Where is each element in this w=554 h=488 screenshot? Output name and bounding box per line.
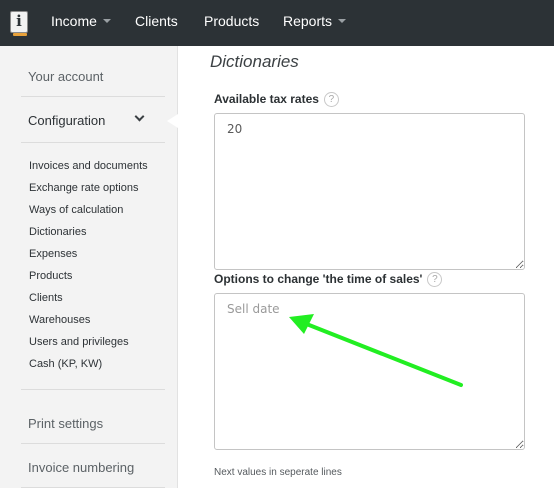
sidebar-item-cash[interactable]: Cash (KP, KW) xyxy=(29,358,102,370)
sidebar-item-invoices-and-documents[interactable]: Invoices and documents xyxy=(29,160,148,172)
time-of-sales-textarea[interactable] xyxy=(214,293,525,450)
nav-clients-label: Clients xyxy=(135,13,178,29)
tax-rates-label-text: Available tax rates xyxy=(214,92,319,106)
sidebar-invoice-numbering[interactable]: Invoice numbering xyxy=(28,460,134,475)
nav-products-label: Products xyxy=(204,13,260,29)
sidebar-item-users-and-privileges[interactable]: Users and privileges xyxy=(29,336,129,348)
sidebar-item-exchange-rate-options[interactable]: Exchange rate options xyxy=(29,182,138,194)
caret-down-icon xyxy=(102,19,111,24)
time-of-sales-label: Options to change 'the time of sales'? xyxy=(214,272,443,288)
nav-reports[interactable]: Reports xyxy=(283,0,347,46)
sidebar-divider xyxy=(21,142,165,143)
tax-rates-label: Available tax rates? xyxy=(214,92,339,108)
sidebar-print-settings[interactable]: Print settings xyxy=(28,416,103,431)
top-navbar: i Income Clients Products Reports xyxy=(0,0,554,46)
nav-income-label: Income xyxy=(51,13,97,29)
sidebar-divider xyxy=(21,96,165,97)
app-logo-icon[interactable]: i xyxy=(10,11,28,36)
sidebar-item-warehouses[interactable]: Warehouses xyxy=(29,314,90,326)
nav-income[interactable]: Income xyxy=(51,0,111,46)
help-icon[interactable]: ? xyxy=(323,92,339,108)
settings-sidebar: Your account Configuration Invoices and … xyxy=(0,46,178,488)
sidebar-item-ways-of-calculation[interactable]: Ways of calculation xyxy=(29,204,123,216)
active-section-pointer xyxy=(167,114,178,128)
time-of-sales-label-text: Options to change 'the time of sales' xyxy=(214,272,423,286)
sidebar-item-clients[interactable]: Clients xyxy=(29,292,63,304)
sidebar-your-account[interactable]: Your account xyxy=(28,69,103,84)
page-title: Dictionaries xyxy=(210,52,299,71)
caret-down-icon xyxy=(338,19,347,24)
nav-products[interactable]: Products xyxy=(204,0,259,46)
sidebar-divider xyxy=(21,389,165,390)
field-hint: Next values in seperate lines xyxy=(214,467,342,478)
nav-reports-label: Reports xyxy=(283,13,333,29)
nav-clients[interactable]: Clients xyxy=(135,0,178,46)
tax-rates-textarea[interactable]: 20 xyxy=(214,113,525,270)
sidebar-configuration[interactable]: Configuration xyxy=(28,113,105,128)
chevron-down-icon[interactable] xyxy=(134,111,145,122)
sidebar-item-expenses[interactable]: Expenses xyxy=(29,248,77,260)
help-icon[interactable]: ? xyxy=(427,272,443,288)
sidebar-divider xyxy=(21,443,165,444)
sidebar-item-products[interactable]: Products xyxy=(29,270,72,282)
sidebar-item-dictionaries[interactable]: Dictionaries xyxy=(29,226,86,238)
